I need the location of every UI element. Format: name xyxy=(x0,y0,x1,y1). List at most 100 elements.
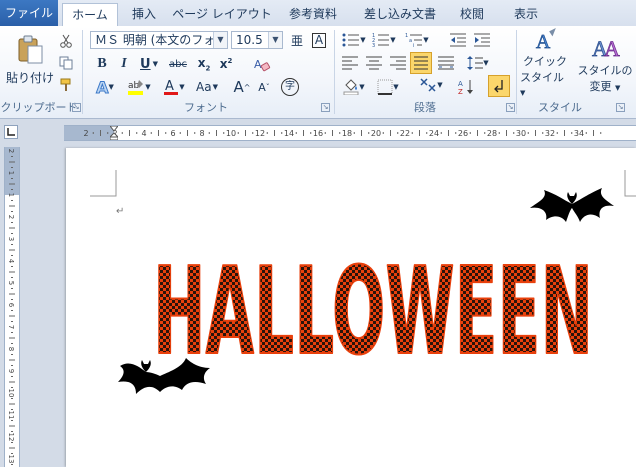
line-spacing-icon xyxy=(467,56,484,70)
font-launcher-icon[interactable]: ↘ xyxy=(321,103,330,112)
tab-stop-icon xyxy=(7,128,15,136)
bat-icon[interactable] xyxy=(526,186,618,238)
svg-text:A: A xyxy=(165,79,174,94)
shading-button[interactable]: ▼ xyxy=(340,77,368,97)
svg-text:A: A xyxy=(604,36,620,61)
tab-mailings[interactable]: 差し込み文書 xyxy=(356,3,444,26)
paragraph-group-label: 段落 xyxy=(414,101,436,114)
bat-icon[interactable] xyxy=(116,354,212,406)
justify-icon xyxy=(414,56,428,70)
tab-home[interactable]: ホーム xyxy=(62,3,118,28)
ribbon-home: 貼り付け クリップボード ↘ ＭＳ 明朝 (本文のフォン ▼ 10.5 ▼ 亜 … xyxy=(0,26,636,119)
show-marks-button[interactable] xyxy=(488,75,510,97)
italic-button[interactable]: I xyxy=(114,54,134,74)
bullets-button[interactable]: ▼ xyxy=(340,30,368,50)
subscript-button[interactable]: x2 xyxy=(194,54,214,74)
tab-references[interactable]: 参考資料 xyxy=(280,3,346,26)
text-effects-button[interactable]: A ▼ xyxy=(92,77,118,97)
ruler-label: 14 xyxy=(284,129,294,138)
format-painter-button[interactable] xyxy=(56,75,76,95)
chevron-down-icon[interactable]: ▼ xyxy=(483,59,488,67)
font-name-combo[interactable]: ＭＳ 明朝 (本文のフォン ▼ xyxy=(90,31,228,49)
align-right-button[interactable] xyxy=(388,53,408,73)
highlight-button[interactable]: ab ▼ xyxy=(124,77,154,97)
copy-button[interactable] xyxy=(56,53,76,73)
ruler-label: 22 xyxy=(400,129,410,138)
asian-layout-button[interactable]: ▼ xyxy=(416,75,446,95)
chevron-down-icon[interactable]: ▼ xyxy=(179,83,184,91)
grow-arrow-icon: ^ xyxy=(243,82,251,92)
sort-button[interactable]: AZ xyxy=(456,77,476,97)
vertical-ruler[interactable]: 2 1 1 2 3 4 5 6 7 8 9 10 11 12 13 xyxy=(4,147,20,467)
chevron-down-icon[interactable]: ▼ xyxy=(520,89,525,97)
chevron-down-icon[interactable]: ▼ xyxy=(268,32,282,48)
enclose-characters-button[interactable]: 字 xyxy=(280,77,300,97)
tab-insert[interactable]: 挿入 xyxy=(122,3,166,26)
chevron-down-icon[interactable]: ▼ xyxy=(359,83,364,91)
halloween-text: HALLOWEEN xyxy=(153,243,593,368)
cut-button[interactable] xyxy=(56,31,76,51)
justify-button[interactable] xyxy=(410,52,432,74)
character-border-icon: A xyxy=(311,32,327,48)
decrease-indent-button[interactable] xyxy=(448,30,468,50)
svg-text:Z: Z xyxy=(458,88,463,95)
horizontal-ruler[interactable]: 2246810121416182022242628303234 xyxy=(64,125,636,141)
grow-font-button[interactable]: A ^ xyxy=(232,77,252,97)
superscript-button[interactable]: x2 xyxy=(216,54,236,74)
chevron-down-icon[interactable]: ▼ xyxy=(423,36,428,44)
svg-text:i: i xyxy=(413,43,414,47)
clipboard-launcher-icon[interactable]: ↘ xyxy=(72,103,81,112)
bold-button[interactable]: B xyxy=(92,54,112,74)
align-center-button[interactable] xyxy=(364,53,384,73)
indent-marker-icon[interactable] xyxy=(108,125,120,141)
distributed-button[interactable] xyxy=(436,53,456,73)
multilevel-list-button[interactable]: 1ai ▼ xyxy=(402,30,432,50)
line-spacing-button[interactable]: ▼ xyxy=(464,53,492,73)
chevron-down-icon[interactable]: ▼ xyxy=(145,83,150,91)
chevron-down-icon[interactable]: ▼ xyxy=(390,36,395,44)
change-case-button[interactable]: Aa ▼ xyxy=(194,77,220,97)
tab-review[interactable]: 校閲 xyxy=(450,3,494,26)
change-styles-button[interactable]: AA スタイルの 変更 ▼ xyxy=(574,28,636,98)
tab-file[interactable]: ファイル xyxy=(0,0,58,26)
quick-styles-button[interactable]: A クイック スタイル ▼ xyxy=(520,28,570,98)
underline-button[interactable]: U ▼ xyxy=(136,54,162,74)
borders-button[interactable]: ▼ xyxy=(374,77,402,97)
tab-page-layout[interactable]: ページ レイアウト xyxy=(172,3,272,26)
clear-formatting-button[interactable]: A xyxy=(252,54,272,74)
paragraph-launcher-icon[interactable]: ↘ xyxy=(506,103,515,112)
shrink-font-button[interactable]: Aˇ xyxy=(254,77,274,97)
font-size-combo[interactable]: 10.5 ▼ xyxy=(231,31,283,49)
bullets-icon xyxy=(342,33,360,47)
character-border-button[interactable]: A xyxy=(309,30,329,50)
increase-indent-button[interactable] xyxy=(472,30,492,50)
tab-selector[interactable] xyxy=(4,125,18,139)
chevron-down-icon[interactable]: ▼ xyxy=(213,32,227,48)
chevron-down-icon[interactable]: ▼ xyxy=(615,84,620,92)
paste-button[interactable]: 貼り付け xyxy=(6,30,54,90)
ribbon-tabs: ファイル ホーム 挿入 ページ レイアウト 参考資料 差し込み文書 校閲 表示 xyxy=(0,0,636,28)
styles-launcher-icon[interactable]: ↘ xyxy=(616,103,625,112)
document-page[interactable]: ↵ HALLOWEEN xyxy=(66,148,636,467)
font-color-button[interactable]: A ▼ xyxy=(160,77,188,97)
chevron-down-icon[interactable]: ▼ xyxy=(437,81,442,89)
ruler-label: 20 xyxy=(371,129,381,138)
svg-text:A: A xyxy=(458,80,463,88)
strikethrough-button[interactable]: abc xyxy=(166,54,190,74)
ruler-label: 34 xyxy=(574,129,584,138)
halloween-wordart[interactable]: HALLOWEEN xyxy=(148,228,598,368)
clear-formatting-icon: A xyxy=(254,58,271,72)
phonetic-guide-button[interactable]: 亜 xyxy=(287,30,307,50)
numbering-button[interactable]: 123 ▼ xyxy=(370,30,398,50)
decrease-indent-icon xyxy=(450,33,466,47)
vruler-label: 12 xyxy=(7,433,15,442)
chevron-down-icon[interactable]: ▼ xyxy=(109,83,114,91)
chevron-down-icon[interactable]: ▼ xyxy=(360,36,365,44)
align-left-button[interactable] xyxy=(340,53,360,73)
chevron-down-icon[interactable]: ▼ xyxy=(393,83,398,91)
highlighter-icon: ab xyxy=(128,80,144,95)
chevron-down-icon[interactable]: ▼ xyxy=(153,60,158,68)
tab-view[interactable]: 表示 xyxy=(504,3,548,26)
chevron-down-icon[interactable]: ▼ xyxy=(213,83,218,91)
change-styles-label-1: スタイルの xyxy=(577,64,633,77)
